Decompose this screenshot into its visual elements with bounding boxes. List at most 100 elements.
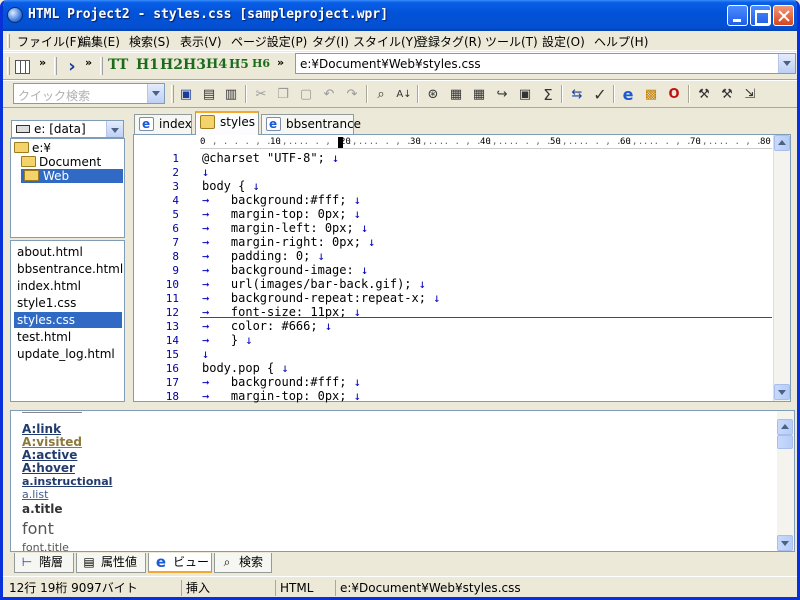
replace-icon[interactable]: A↓ bbox=[395, 86, 413, 104]
tools-icon[interactable]: ⚒ bbox=[695, 86, 713, 104]
code-line[interactable]: → margin-right: 0px; ↓ bbox=[202, 235, 375, 249]
check-icon[interactable]: ✓ bbox=[591, 86, 609, 104]
tab-index[interactable]: index bbox=[134, 114, 192, 134]
properties-icon[interactable]: ▤ bbox=[200, 86, 218, 104]
menu-edit[interactable]: 編集(E) bbox=[79, 33, 120, 50]
paste-icon[interactable]: ▢ bbox=[297, 86, 315, 104]
code-line[interactable]: → url(images/bar-back.gif); ↓ bbox=[202, 277, 426, 291]
code-editor[interactable]: 0, . . . , . . . . 10, . . . , . . . . 2… bbox=[133, 134, 791, 403]
code-line[interactable]: ↓ bbox=[202, 347, 209, 361]
tree-item-document[interactable]: Document bbox=[21, 155, 101, 169]
scroll-down-button[interactable] bbox=[774, 384, 790, 400]
opera-browser-icon[interactable]: O bbox=[665, 86, 683, 104]
code-line[interactable]: → margin-top: 0px; ↓ bbox=[202, 207, 361, 221]
ie-browser-icon[interactable]: e bbox=[619, 86, 637, 104]
app-icon[interactable] bbox=[7, 7, 23, 23]
tree-item-root[interactable]: e:¥ bbox=[14, 141, 51, 155]
link-icon[interactable]: ⊛ bbox=[424, 86, 442, 104]
file-item[interactable]: index.html bbox=[14, 278, 122, 294]
sync-icon[interactable]: ⇆ bbox=[568, 86, 586, 104]
drive-select[interactable]: e: [data] bbox=[11, 120, 124, 138]
tab-hierarchy[interactable]: ⊢ 階層 bbox=[14, 553, 74, 573]
preview-a-list[interactable]: a.list bbox=[22, 488, 48, 501]
code-line[interactable]: → margin-left: 0px; ↓ bbox=[202, 221, 368, 235]
menu-page-settings[interactable]: ページ設定(P) bbox=[231, 33, 307, 50]
title-bar[interactable]: HTML Project2 - styles.css [sampleprojec… bbox=[3, 0, 797, 31]
toolbar-overflow-chevron[interactable]: » bbox=[85, 56, 92, 69]
export-icon[interactable]: ⇲ bbox=[741, 86, 759, 104]
toolbar-grip[interactable] bbox=[171, 85, 174, 103]
file-item[interactable]: bbsentrance.html bbox=[14, 261, 123, 277]
tree-item-web[interactable]: Web bbox=[21, 169, 123, 183]
preview-vertical-scrollbar[interactable] bbox=[777, 411, 794, 551]
tab-view[interactable]: e ビュー bbox=[148, 553, 212, 573]
toolbar-overflow-chevron[interactable]: » bbox=[277, 56, 284, 69]
tt-tag-button[interactable]: TT bbox=[108, 57, 128, 73]
dropdown-arrow-icon[interactable] bbox=[106, 121, 123, 137]
quick-search-input[interactable]: クイック検索 bbox=[13, 83, 165, 104]
close-button[interactable] bbox=[773, 5, 794, 26]
file-item[interactable]: update_log.html bbox=[14, 346, 122, 362]
code-line[interactable]: → margin-top: 0px; ↓ bbox=[202, 389, 361, 403]
editor-vertical-scrollbar[interactable] bbox=[773, 135, 790, 401]
scroll-down-button[interactable] bbox=[777, 535, 793, 551]
chevron-right-icon[interactable]: › bbox=[63, 58, 81, 76]
scroll-up-button[interactable] bbox=[774, 135, 790, 151]
menu-tools[interactable]: ツール(T) bbox=[485, 33, 538, 50]
menu-search[interactable]: 検索(S) bbox=[129, 33, 170, 50]
preview-icon[interactable]: ▥ bbox=[222, 86, 240, 104]
table-insert-icon[interactable]: ▦ bbox=[470, 86, 488, 104]
code-line[interactable]: body.pop { ↓ bbox=[202, 361, 289, 375]
preview-a-active[interactable]: A:active bbox=[22, 448, 77, 462]
tab-bbsentrance[interactable]: bbsentrance bbox=[261, 114, 361, 134]
code-line[interactable]: → background-image: ↓ bbox=[202, 263, 368, 277]
preview-font[interactable]: font bbox=[22, 519, 54, 538]
h2-tag-button[interactable]: H2 bbox=[160, 57, 183, 73]
preview-a-visited[interactable]: A:visited bbox=[22, 435, 82, 449]
sigma-icon[interactable]: Σ bbox=[539, 86, 557, 104]
h1-tag-button[interactable]: H1 bbox=[136, 57, 159, 73]
toolbar-grip[interactable] bbox=[100, 57, 103, 75]
build-icon[interactable]: ⚒ bbox=[718, 86, 736, 104]
toolbar-grip[interactable] bbox=[54, 57, 57, 75]
tab-attributes[interactable]: ▤ 属性値 bbox=[76, 553, 146, 573]
jump-icon[interactable]: ↪ bbox=[493, 86, 511, 104]
menu-file[interactable]: ファイル(F) bbox=[17, 33, 81, 50]
toolbar-overflow-chevron[interactable]: » bbox=[39, 56, 46, 69]
file-item[interactable]: about.html bbox=[14, 244, 122, 260]
scroll-up-button[interactable] bbox=[777, 419, 793, 435]
copy-icon[interactable]: ❐ bbox=[274, 86, 292, 104]
clipboard-icon[interactable]: ▣ bbox=[516, 86, 534, 104]
preview-font-title[interactable]: font.title bbox=[22, 541, 69, 551]
code-line[interactable]: → } ↓ bbox=[202, 333, 253, 347]
preview-a-link[interactable]: A:link bbox=[22, 422, 61, 436]
code-line[interactable]: → background-repeat:repeat-x; ↓ bbox=[202, 291, 440, 305]
file-item-selected[interactable]: styles.css bbox=[14, 312, 122, 328]
code-line[interactable]: → color: #666; ↓ bbox=[202, 319, 332, 333]
h3-tag-button[interactable]: H3 bbox=[183, 57, 206, 73]
preview-a-hover[interactable]: A:hover bbox=[22, 461, 75, 475]
find-icon[interactable]: ⌕ bbox=[372, 86, 390, 104]
file-item[interactable]: test.html bbox=[14, 329, 122, 345]
tab-styles[interactable]: styles bbox=[195, 111, 259, 135]
minimize-button[interactable] bbox=[727, 5, 748, 26]
menu-grip[interactable] bbox=[7, 34, 10, 48]
color-grid-icon[interactable]: ▩ bbox=[642, 86, 660, 104]
code-line[interactable]: body { ↓ bbox=[202, 179, 260, 193]
cut-icon[interactable]: ✂ bbox=[252, 86, 270, 104]
form-icon[interactable]: ▦ bbox=[447, 86, 465, 104]
save-all-icon[interactable]: ▣ bbox=[177, 86, 195, 104]
undo-icon[interactable]: ↶ bbox=[320, 86, 338, 104]
menu-help[interactable]: ヘルプ(H) bbox=[594, 33, 648, 50]
h6-tag-button[interactable]: H6 bbox=[252, 57, 270, 70]
menu-style[interactable]: スタイル(Y) bbox=[353, 33, 418, 50]
menu-tag[interactable]: タグ(I) bbox=[312, 33, 349, 50]
h4-tag-button[interactable]: H4 bbox=[206, 57, 227, 72]
toolbar-grip[interactable] bbox=[7, 57, 10, 75]
maximize-button[interactable] bbox=[750, 5, 771, 26]
code-line[interactable]: → background:#fff; ↓ bbox=[202, 375, 361, 389]
code-line[interactable]: → background:#fff; ↓ bbox=[202, 193, 361, 207]
code-line[interactable]: → padding: 0; ↓ bbox=[202, 249, 325, 263]
code-line[interactable]: ↓ bbox=[202, 165, 209, 179]
menu-view[interactable]: 表示(V) bbox=[180, 33, 222, 50]
